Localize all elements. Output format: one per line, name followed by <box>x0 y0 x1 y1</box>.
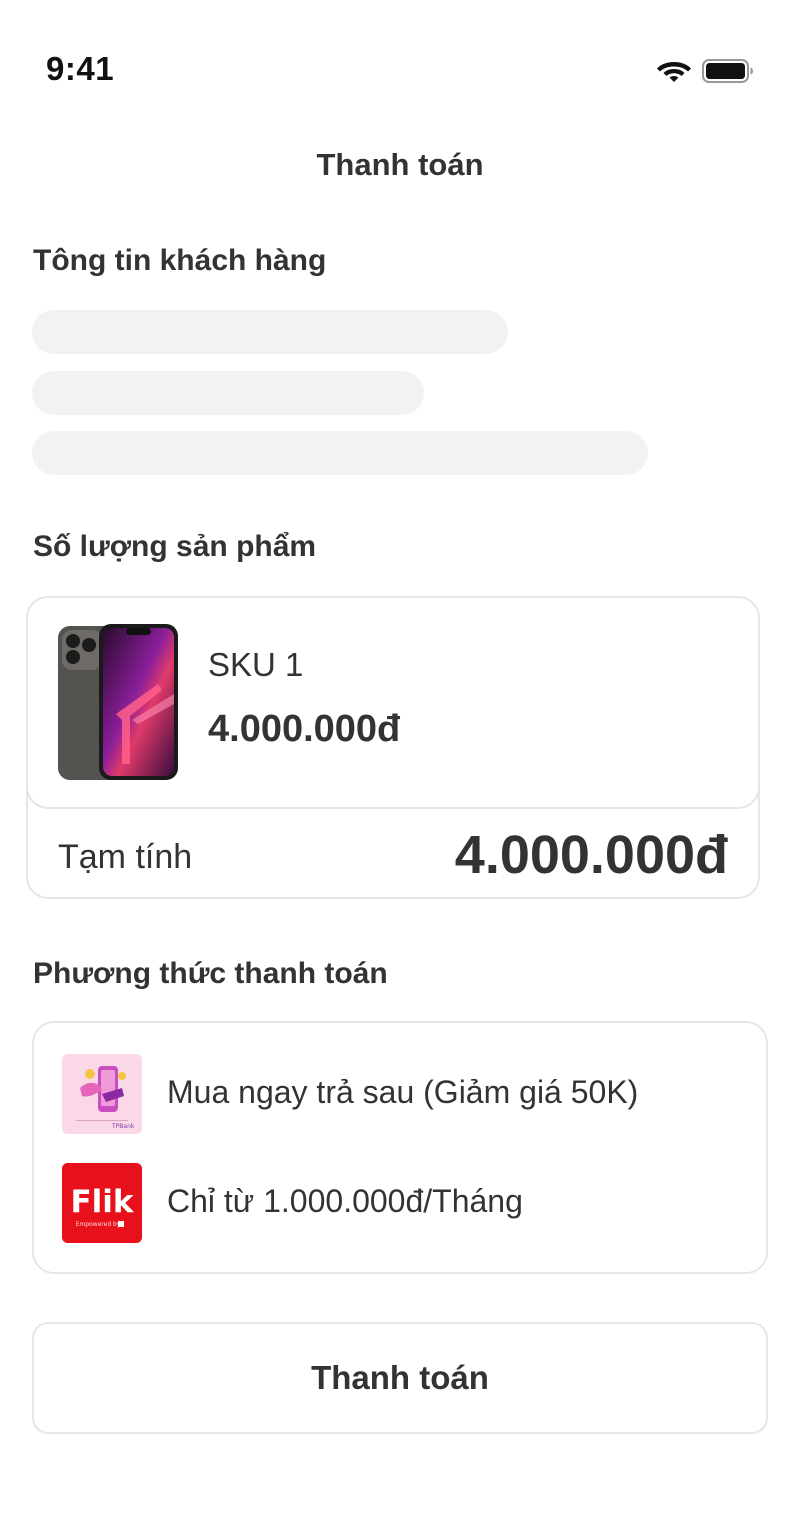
customer-info-title: Tông tin khách hàng <box>33 244 327 277</box>
flik-logo: Flik Empowered by <box>62 1163 142 1243</box>
wifi-icon <box>657 62 691 82</box>
battery-icon <box>702 59 753 83</box>
payment-method-title: Phương thức thanh toán <box>33 957 388 990</box>
product-quantity-title: Số lượng sản phẩm <box>33 530 317 563</box>
tpbank-caption: TPBank <box>111 1123 135 1130</box>
customer-info-placeholder <box>32 310 508 354</box>
tpbank-paylater-icon: TPBank <box>62 1054 142 1134</box>
payment-option-flik[interactable]: Flik Empowered by Chỉ từ 1.000.000đ/Thán… <box>62 1163 742 1245</box>
flik-icon: Flik Empowered by <box>62 1163 142 1243</box>
pay-button[interactable]: Thanh toán <box>32 1322 768 1434</box>
tpbank-paylater-logo: TPBank <box>62 1054 142 1134</box>
customer-info-placeholder <box>32 371 424 415</box>
phone-image <box>58 624 178 780</box>
page-title: Thanh toán <box>316 147 484 182</box>
flik-wordmark: Flik <box>70 1184 134 1220</box>
subtotal-label: Tạm tính <box>58 838 193 876</box>
product-sku: SKU 1 <box>208 646 304 683</box>
payment-option-label: Mua ngay trả sau (Giảm giá 50K) <box>167 1074 639 1110</box>
payment-option-paylater[interactable]: TPBank Mua ngay trả sau (Giảm giá 50K) <box>62 1054 742 1136</box>
payment-option-label: Chỉ từ 1.000.000đ/Tháng <box>167 1183 523 1219</box>
payment-methods-list: TPBank Mua ngay trả sau (Giảm giá 50K) F… <box>32 1021 768 1274</box>
product-card: SKU 1 4.000.000đ Tạm tính 4.000.000đ <box>26 596 760 899</box>
product-price: 4.000.000đ <box>208 708 401 750</box>
product-item[interactable]: SKU 1 4.000.000đ <box>26 596 760 809</box>
flik-caption: Empowered by <box>76 1221 121 1228</box>
subtotal-value: 4.000.000đ <box>454 825 728 885</box>
status-time: 9:41 <box>46 50 115 87</box>
customer-info-placeholder <box>32 431 648 475</box>
